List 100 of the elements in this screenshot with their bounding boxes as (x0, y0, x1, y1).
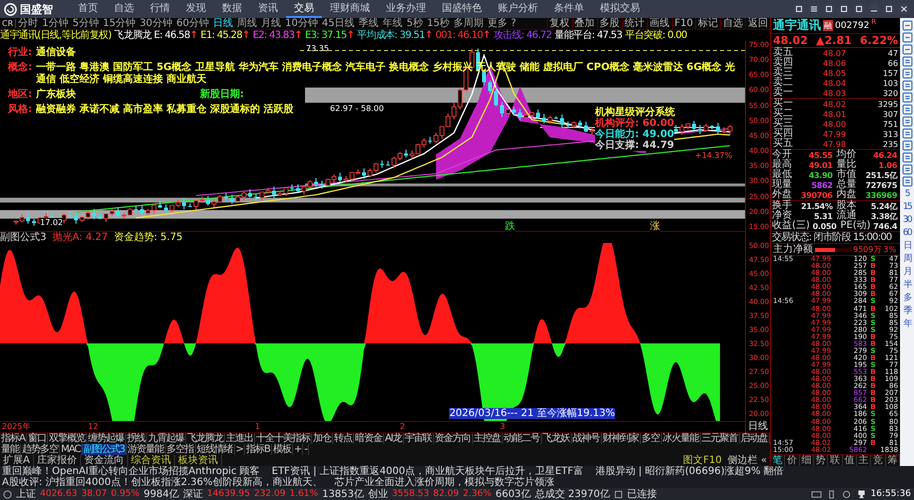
menu-item[interactable]: 模拟交易 (592, 0, 648, 18)
indicator-tab[interactable]: 暗资金 (354, 433, 384, 444)
period-tab[interactable]: 60分钟 (174, 18, 212, 29)
menu-item[interactable]: 理财商城 (322, 0, 378, 18)
news-ticker-item[interactable]: ETF资讯 | 上证指数重返4000点，商业航天板块午后拉升，卫星ETF富 (272, 466, 584, 477)
chart-tool-button[interactable]: 多股 (596, 18, 622, 29)
book-volume: 3295 (878, 100, 900, 108)
period-tab[interactable]: 45日线 (320, 18, 357, 29)
indicator-tab[interactable]: 主控盘 (472, 433, 503, 444)
book-label: 买一 (772, 99, 794, 109)
indicator-tab[interactable]: 冰火量能 (662, 433, 701, 444)
menu-item[interactable]: 条件单 (546, 0, 592, 18)
minimize-icon[interactable] (868, 3, 880, 15)
period-shortcut[interactable]: 半 (903, 279, 911, 291)
news-ticker-item[interactable]: 港股异动 | 昭衍新药(06696)涨超9% 翻倍 (595, 466, 784, 477)
indicator-tab[interactable]: 资金方向 (434, 433, 473, 444)
stat-value: 5.24亿 (870, 202, 898, 210)
margin-badge: 融 (823, 20, 833, 31)
period-tab[interactable]: 15分钟 (100, 18, 138, 29)
time-axis-label: 2 (400, 422, 406, 432)
period-shortcut[interactable]: 30 (902, 214, 912, 226)
menu-item[interactable]: 自选 (106, 0, 142, 18)
indicator-tab[interactable]: 加仓 (312, 433, 333, 444)
side-link[interactable]: 侧边栏 « (724, 455, 770, 466)
indicator-tab[interactable]: 指标A (0, 433, 27, 444)
indicator-tab[interactable]: 三元聚首 (700, 433, 740, 444)
book-label: 卖三 (772, 68, 794, 78)
period-tab[interactable]: 30分钟 (138, 18, 174, 29)
indicator-value: 攻击线: 46.72 (493, 30, 552, 41)
indicator-tab[interactable]: 启动盘 (740, 433, 770, 444)
period-shortcut[interactable]: 60 (902, 227, 912, 239)
period-tab[interactable]: 分时 (16, 18, 40, 29)
chart-tool-button[interactable]: 标记 (695, 18, 720, 29)
indicator-tab[interactable]: 九霄起爆 (146, 433, 186, 444)
menu-item[interactable]: 资讯 (250, 0, 286, 18)
period-tab[interactable]: 15秒 (424, 18, 452, 29)
period-tab[interactable]: 周线 (235, 18, 260, 29)
close-icon[interactable] (898, 3, 910, 15)
menu-item[interactable]: 业务办理 (378, 0, 434, 18)
menu-item[interactable]: 发现 (178, 0, 214, 18)
news-ticker-item[interactable]: A股收评: 沪指重回4000点！创业板指涨2.36%创阶段新高，商业航天、 (2, 477, 323, 488)
period-tab[interactable]: 年线 (380, 18, 405, 29)
menu-item[interactable]: 国盛特色 (434, 0, 490, 18)
indicator-tab[interactable]: 主進出 (224, 433, 255, 444)
indicator-tab[interactable]: 副图公式3 (82, 444, 127, 455)
book-price: 48.00 (822, 120, 847, 128)
period-shortcut[interactable]: 多 (903, 292, 911, 304)
period-prefix[interactable]: CR (0, 19, 16, 28)
menu-icon[interactable] (808, 3, 820, 15)
stat-value: 746.4 (873, 222, 898, 230)
connection-icon (614, 490, 623, 498)
chart-tool-button[interactable]: 统计 (622, 18, 647, 29)
news-ticker-item[interactable]: 芯片产业全面进入涨价周期，模拟与数字芯片领涨 (334, 477, 555, 488)
period-shortcut[interactable]: 15 (902, 201, 912, 213)
indicator-tab[interactable]: 飞龙腾龙 (186, 433, 225, 444)
chart-tool-button[interactable]: 画线 (646, 18, 672, 29)
info-label: 行业: (8, 47, 32, 59)
chart-tool-button[interactable]: 返回 (745, 18, 770, 29)
indicator-tab[interactable]: 动能二号 (502, 433, 542, 444)
period-tab[interactable]: 季线 (356, 18, 381, 29)
period-shortcut[interactable]: 月 (903, 266, 911, 278)
period-shortcut[interactable]: 年 (903, 318, 911, 330)
period-shortcut[interactable]: 周 (903, 253, 911, 265)
indicator-tab[interactable]: 战神号 (572, 433, 602, 444)
period-tab[interactable]: 5分钟 (70, 18, 101, 29)
book-volume: 66 (888, 58, 900, 68)
menu-item[interactable]: 首页 (70, 0, 106, 18)
stat-value: 3.38亿 (870, 212, 898, 220)
indicator-tab[interactable]: 飞龙妖 (542, 433, 572, 444)
chart-tool-button[interactable]: 叠加 (572, 18, 597, 29)
indicator-tab[interactable]: 十全十美指标 (254, 433, 312, 444)
stat-value: 727675 (865, 180, 898, 190)
stat-label: 收益(三) (771, 221, 810, 231)
chart-tool-button[interactable]: F10 (672, 18, 695, 29)
menu-item[interactable]: 账户分析 (490, 0, 546, 18)
menu-item[interactable]: 数据 (214, 0, 250, 18)
indicator-tab[interactable]: AI龙 (384, 433, 404, 444)
indicator-tab[interactable]: 财神到家 (602, 433, 641, 444)
stat-label: 外盘 (771, 190, 792, 200)
period-shortcut[interactable]: 5 (904, 188, 910, 200)
indicator-tab[interactable]: 多空 (640, 433, 662, 444)
chart-tool-button[interactable]: 复权 (546, 18, 572, 29)
news-ticker-item[interactable]: 重回巅峰！OpenAI重心转向企业市场招揽Anthropic 顾客 (2, 466, 260, 477)
period-tab[interactable]: 月线 (259, 18, 284, 29)
period-tab[interactable]: 更多 ? (486, 18, 518, 29)
indicator-tab[interactable]: 转点 (332, 433, 354, 444)
chart-tool-button[interactable]: 自选 (720, 18, 745, 29)
period-shortcut[interactable]: 季 (903, 305, 911, 317)
stat-label: 股本 (836, 201, 857, 211)
indicator-tab[interactable]: 宇宙联 (404, 433, 434, 444)
menu-item[interactable]: 行情 (142, 0, 178, 18)
book-volume: 307 (882, 110, 900, 118)
period-tab[interactable]: 10分钟 (283, 18, 320, 29)
period-shortcut[interactable]: 日 (903, 240, 911, 252)
side-link[interactable]: 图文F10 (680, 455, 725, 466)
period-tab[interactable]: 1分钟 (40, 18, 71, 29)
indicator-tab[interactable]: 窗口 (26, 433, 48, 444)
period-tab[interactable]: 多周期 (452, 18, 486, 29)
period-tab[interactable]: 日线 (211, 18, 236, 29)
period-tab[interactable]: 5秒 (404, 18, 425, 29)
